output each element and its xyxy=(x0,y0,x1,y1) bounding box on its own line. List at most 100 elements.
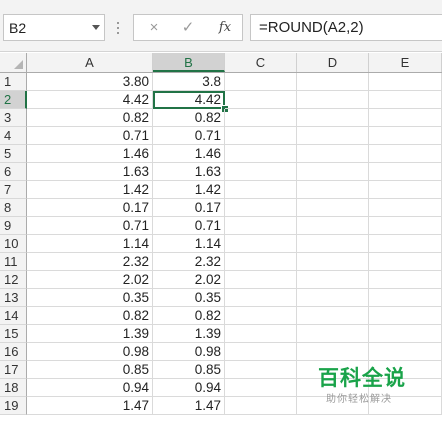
row-header[interactable]: 4 xyxy=(0,127,27,145)
column-header-c[interactable]: C xyxy=(225,53,297,72)
cell-d5[interactable] xyxy=(297,145,369,163)
cell-b14[interactable]: 0.82 xyxy=(153,307,225,325)
cell-a16[interactable]: 0.98 xyxy=(27,343,153,361)
cell-c5[interactable] xyxy=(225,145,297,163)
cell-d1[interactable] xyxy=(297,73,369,91)
cell-a1[interactable]: 3.80 xyxy=(27,73,153,91)
row-header[interactable]: 12 xyxy=(0,271,27,289)
cell-b4[interactable]: 0.71 xyxy=(153,127,225,145)
row-header[interactable]: 18 xyxy=(0,379,27,397)
row-header[interactable]: 17 xyxy=(0,361,27,379)
row-header[interactable]: 5 xyxy=(0,145,27,163)
cell-b15[interactable]: 1.39 xyxy=(153,325,225,343)
cell-b9[interactable]: 0.71 xyxy=(153,217,225,235)
column-header-e[interactable]: E xyxy=(369,53,442,72)
cell-d8[interactable] xyxy=(297,199,369,217)
cell-c6[interactable] xyxy=(225,163,297,181)
cell-b16[interactable]: 0.98 xyxy=(153,343,225,361)
row-header[interactable]: 13 xyxy=(0,289,27,307)
cell-c11[interactable] xyxy=(225,253,297,271)
cell-a3[interactable]: 0.82 xyxy=(27,109,153,127)
name-box[interactable]: B2 xyxy=(3,14,105,41)
column-header-d[interactable]: D xyxy=(297,53,369,72)
cell-a5[interactable]: 1.46 xyxy=(27,145,153,163)
cell-c13[interactable] xyxy=(225,289,297,307)
cell-a17[interactable]: 0.85 xyxy=(27,361,153,379)
cell-e2[interactable] xyxy=(369,91,442,109)
row-header[interactable]: 9 xyxy=(0,217,27,235)
cell-c10[interactable] xyxy=(225,235,297,253)
cell-b13[interactable]: 0.35 xyxy=(153,289,225,307)
row-header[interactable]: 19 xyxy=(0,397,27,415)
cell-a11[interactable]: 2.32 xyxy=(27,253,153,271)
cell-c16[interactable] xyxy=(225,343,297,361)
cell-a19[interactable]: 1.47 xyxy=(27,397,153,415)
cell-a2[interactable]: 4.42 xyxy=(27,91,153,109)
cell-b17[interactable]: 0.85 xyxy=(153,361,225,379)
cell-d13[interactable] xyxy=(297,289,369,307)
cell-e11[interactable] xyxy=(369,253,442,271)
cell-e12[interactable] xyxy=(369,271,442,289)
formula-input[interactable]: =ROUND(A2,2) xyxy=(250,14,442,41)
row-header[interactable]: 16 xyxy=(0,343,27,361)
row-header[interactable]: 15 xyxy=(0,325,27,343)
cell-c4[interactable] xyxy=(225,127,297,145)
cell-e1[interactable] xyxy=(369,73,442,91)
cell-e5[interactable] xyxy=(369,145,442,163)
row-header[interactable]: 3 xyxy=(0,109,27,127)
cell-a9[interactable]: 0.71 xyxy=(27,217,153,235)
chevron-down-icon[interactable] xyxy=(92,25,100,30)
cell-d6[interactable] xyxy=(297,163,369,181)
cell-c19[interactable] xyxy=(225,397,297,415)
cell-b5[interactable]: 1.46 xyxy=(153,145,225,163)
cell-b10[interactable]: 1.14 xyxy=(153,235,225,253)
row-header[interactable]: 7 xyxy=(0,181,27,199)
insert-function-icon[interactable]: fx xyxy=(213,18,237,38)
cell-d16[interactable] xyxy=(297,343,369,361)
cell-a18[interactable]: 0.94 xyxy=(27,379,153,397)
cell-d9[interactable] xyxy=(297,217,369,235)
row-header[interactable]: 8 xyxy=(0,199,27,217)
cell-a12[interactable]: 2.02 xyxy=(27,271,153,289)
cell-b11[interactable]: 2.32 xyxy=(153,253,225,271)
cell-d14[interactable] xyxy=(297,307,369,325)
cell-e3[interactable] xyxy=(369,109,442,127)
cell-c1[interactable] xyxy=(225,73,297,91)
cell-a4[interactable]: 0.71 xyxy=(27,127,153,145)
row-header[interactable]: 14 xyxy=(0,307,27,325)
cell-a13[interactable]: 0.35 xyxy=(27,289,153,307)
cell-d10[interactable] xyxy=(297,235,369,253)
cell-d2[interactable] xyxy=(297,91,369,109)
column-header-a[interactable]: A xyxy=(27,53,153,72)
cell-d4[interactable] xyxy=(297,127,369,145)
cell-e14[interactable] xyxy=(369,307,442,325)
cell-b8[interactable]: 0.17 xyxy=(153,199,225,217)
cell-b7[interactable]: 1.42 xyxy=(153,181,225,199)
cell-e4[interactable] xyxy=(369,127,442,145)
cell-b18[interactable]: 0.94 xyxy=(153,379,225,397)
cell-b6[interactable]: 1.63 xyxy=(153,163,225,181)
cell-a7[interactable]: 1.42 xyxy=(27,181,153,199)
cell-b1[interactable]: 3.8 xyxy=(153,73,225,91)
row-header[interactable]: 1 xyxy=(0,73,27,91)
row-header[interactable]: 6 xyxy=(0,163,27,181)
cell-e13[interactable] xyxy=(369,289,442,307)
cell-c9[interactable] xyxy=(225,217,297,235)
cell-c18[interactable] xyxy=(225,379,297,397)
cell-d3[interactable] xyxy=(297,109,369,127)
cell-e10[interactable] xyxy=(369,235,442,253)
cell-a10[interactable]: 1.14 xyxy=(27,235,153,253)
cell-c15[interactable] xyxy=(225,325,297,343)
vertical-dots-icon[interactable] xyxy=(114,20,122,36)
cell-b3[interactable]: 0.82 xyxy=(153,109,225,127)
cell-d11[interactable] xyxy=(297,253,369,271)
cell-c2[interactable] xyxy=(225,91,297,109)
cell-a14[interactable]: 0.82 xyxy=(27,307,153,325)
cell-c17[interactable] xyxy=(225,361,297,379)
cell-e16[interactable] xyxy=(369,343,442,361)
cell-a8[interactable]: 0.17 xyxy=(27,199,153,217)
cell-e9[interactable] xyxy=(369,217,442,235)
cell-e8[interactable] xyxy=(369,199,442,217)
cell-e6[interactable] xyxy=(369,163,442,181)
row-header[interactable]: 2 xyxy=(0,91,27,109)
